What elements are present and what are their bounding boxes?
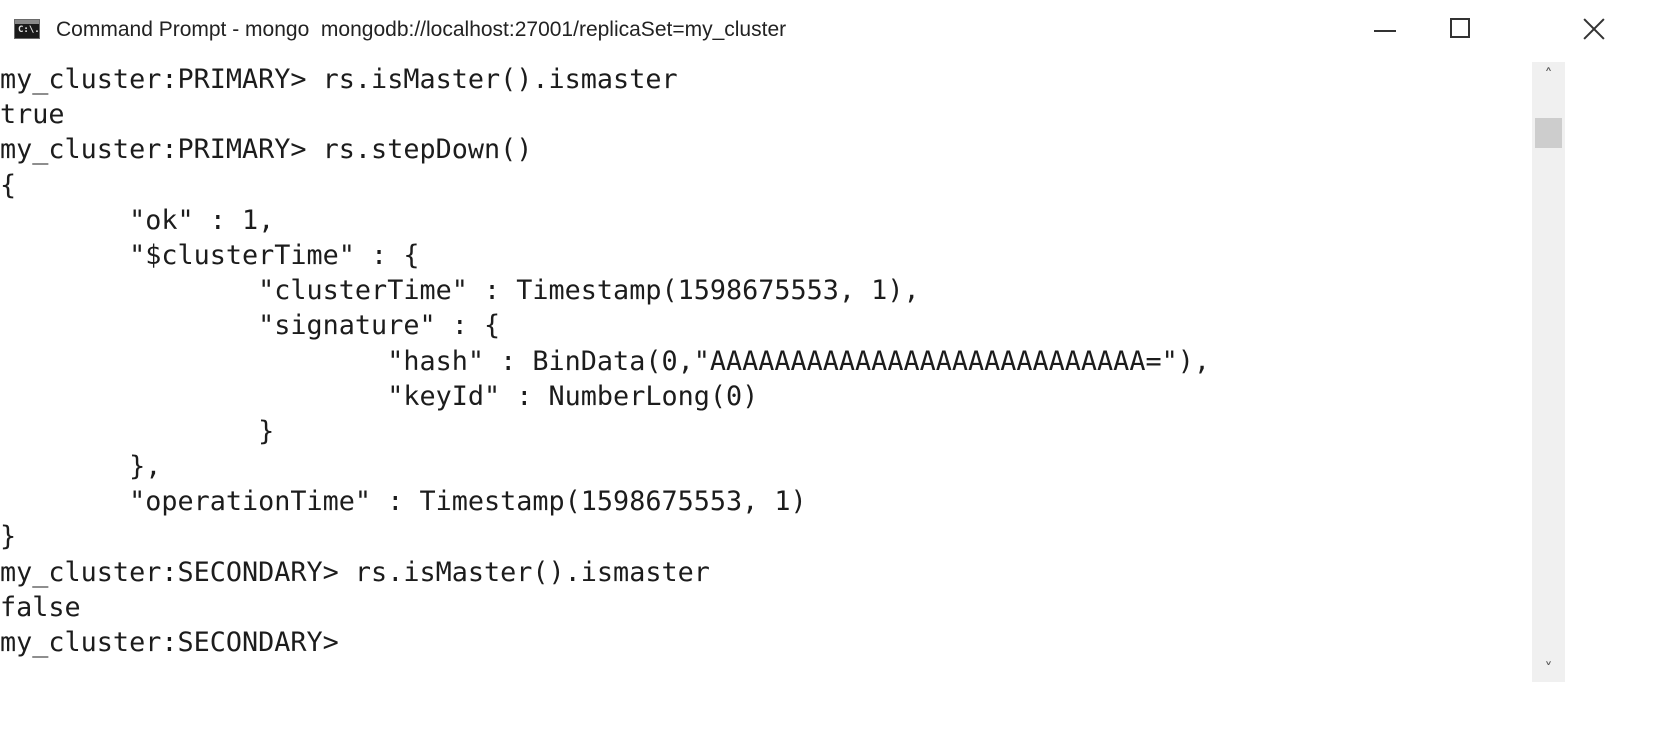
console-line: "$clusterTime" : { (0, 239, 420, 271)
console-line: } (0, 521, 17, 553)
title-bar[interactable]: C:\. Command Prompt - mongo mongodb://lo… (0, 0, 1665, 62)
console-line: my_cluster:SECONDARY> rs.isMaster().isma… (0, 556, 710, 588)
vertical-scrollbar[interactable]: ˄ ˅ (1532, 62, 1565, 682)
console-line: "signature" : { (0, 310, 501, 342)
minimize-icon (1374, 30, 1396, 32)
console-line: "hash" : BinData(0,"AAAAAAAAAAAAAAAAAAAA… (0, 345, 1210, 377)
command-prompt-window: C:\. Command Prompt - mongo mongodb://lo… (0, 0, 1665, 732)
console-line: "operationTime" : Timestamp(1598675553, … (0, 486, 807, 518)
maximize-icon (1450, 18, 1470, 38)
console-line: "ok" : 1, (0, 204, 275, 236)
scroll-up-arrow-icon[interactable]: ˄ (1532, 62, 1565, 88)
console-line: my_cluster:PRIMARY> rs.isMaster().ismast… (0, 64, 678, 95)
console-prompt[interactable]: my_cluster:SECONDARY> (0, 625, 1210, 660)
cmd-icon: C:\. (14, 19, 40, 39)
console-line: false (0, 591, 81, 623)
scroll-thumb[interactable] (1535, 118, 1562, 148)
close-button[interactable] (1532, 0, 1665, 62)
minimize-button[interactable] (1340, 0, 1450, 62)
console-line: { (0, 169, 17, 201)
console-line: true (0, 99, 65, 131)
console-line: my_cluster:PRIMARY> rs.stepDown() (0, 134, 533, 166)
console-line: }, (0, 451, 162, 483)
console-line: "clusterTime" : Timestamp(1598675553, 1)… (0, 275, 920, 307)
scroll-down-arrow-icon[interactable]: ˅ (1532, 656, 1565, 682)
console-line: } (0, 415, 275, 447)
close-icon (1582, 17, 1606, 41)
console-line: "keyId" : NumberLong(0) (0, 380, 759, 412)
maximize-button[interactable] (1436, 0, 1546, 62)
window-title: Command Prompt - mongo mongodb://localho… (56, 18, 787, 41)
console-output[interactable]: my_cluster:PRIMARY> rs.isMaster().ismast… (0, 62, 1532, 732)
